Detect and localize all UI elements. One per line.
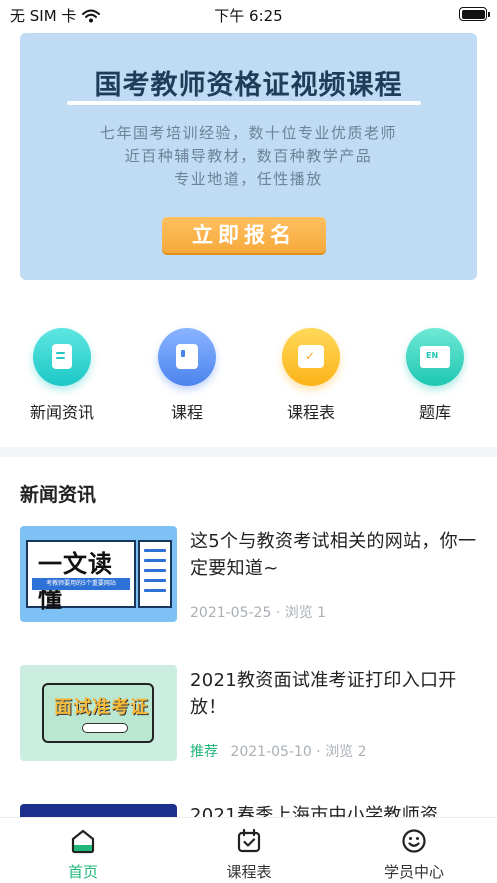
banner-title: 国考教师资格证视频课程 — [94, 70, 403, 101]
news-icon — [33, 328, 91, 386]
news-thumbnail: 一文读懂 考教师要用的5个重要网站 — [20, 526, 177, 622]
thumbnail-text: 面试准考证 — [54, 697, 149, 718]
smiley-icon — [401, 828, 427, 854]
calendar-icon — [282, 328, 340, 386]
tab-label: 首页 — [67, 863, 98, 881]
news-title: 这5个与教资考试相关的网站，你一定要知道~ — [190, 531, 477, 579]
status-time: 下午 6:25 — [214, 7, 283, 25]
news-date: 2021-05-10 — [230, 744, 312, 760]
quick-nav-schedule[interactable]: 课程表 — [261, 325, 361, 423]
tab-member-center[interactable]: 学员中心 — [331, 818, 497, 883]
quick-nav-label: 题库 — [418, 403, 451, 422]
quick-nav: 新闻资讯 课程 课程表 EN 题库 — [0, 325, 497, 425]
news-meta: 2021-05-25 · 浏览 1 — [190, 605, 327, 621]
course-icon — [158, 328, 216, 386]
battery-icon — [459, 7, 490, 21]
thumbnail-strip-text: 考教师要用的5个重要网站 — [32, 578, 130, 590]
promo-banner[interactable]: 国考教师资格证视频课程 七年国考培训经验，数十位专业优质老师 近百种辅导教材，数… — [20, 33, 477, 280]
news-section-title: 新闻资讯 — [20, 484, 97, 506]
tab-bar: 首页 课程表 学员中心 — [0, 817, 497, 883]
banner-line: 近百种辅导教材，数百种教学产品 — [124, 147, 373, 165]
quick-nav-label: 新闻资讯 — [29, 403, 94, 422]
news-views: 浏览 2 — [325, 744, 367, 760]
enroll-button[interactable]: 立即报名 — [162, 217, 326, 253]
news-item[interactable]: 2021春季上海市中小学教师资 — [20, 804, 477, 817]
quick-nav-news[interactable]: 新闻资讯 — [12, 325, 112, 423]
news-title: 2021春季上海市中小学教师资 — [190, 805, 439, 817]
banner-description: 七年国考培训经验，数十位专业优质老师 近百种辅导教材，数百种教学产品 专业地道，… — [20, 122, 477, 191]
news-thumbnail: 面试准考证 — [20, 665, 177, 761]
banner-line: 专业地道，任性播放 — [174, 170, 323, 188]
schedule-icon — [236, 828, 262, 854]
quick-nav-course[interactable]: 课程 — [137, 325, 237, 423]
home-icon — [70, 828, 96, 854]
quick-nav-label: 课程 — [170, 403, 203, 422]
tab-home[interactable]: 首页 — [0, 818, 166, 883]
quick-nav-question-bank[interactable]: EN 题库 — [385, 325, 485, 423]
news-date: 2021-05-25 — [190, 605, 272, 621]
news-item[interactable]: 一文读懂 考教师要用的5个重要网站 这5个与教资考试相关的网站，你一定要知道~ … — [20, 526, 477, 622]
news-thumbnail — [20, 804, 177, 817]
section-divider — [0, 447, 497, 457]
quick-nav-label: 课程表 — [286, 403, 335, 422]
recommend-tag: 推荐 — [190, 744, 218, 760]
tab-schedule[interactable]: 课程表 — [166, 818, 332, 883]
news-views: 浏览 1 — [284, 605, 327, 621]
news-meta: 推荐 2021-05-10 · 浏览 2 — [190, 744, 367, 760]
banner-underline — [67, 101, 421, 105]
question-bank-icon: EN — [406, 328, 464, 386]
tab-label: 学员中心 — [383, 863, 444, 881]
news-title: 2021教资面试准考证打印入口开放！ — [190, 670, 457, 718]
news-item[interactable]: 面试准考证 2021教资面试准考证打印入口开放！ 推荐 2021-05-10 ·… — [20, 665, 477, 761]
tab-label: 课程表 — [226, 863, 272, 881]
banner-line: 七年国考培训经验，数十位专业优质老师 — [99, 124, 397, 142]
status-bar: 无 SIM 卡 下午 6:25 — [0, 0, 497, 30]
